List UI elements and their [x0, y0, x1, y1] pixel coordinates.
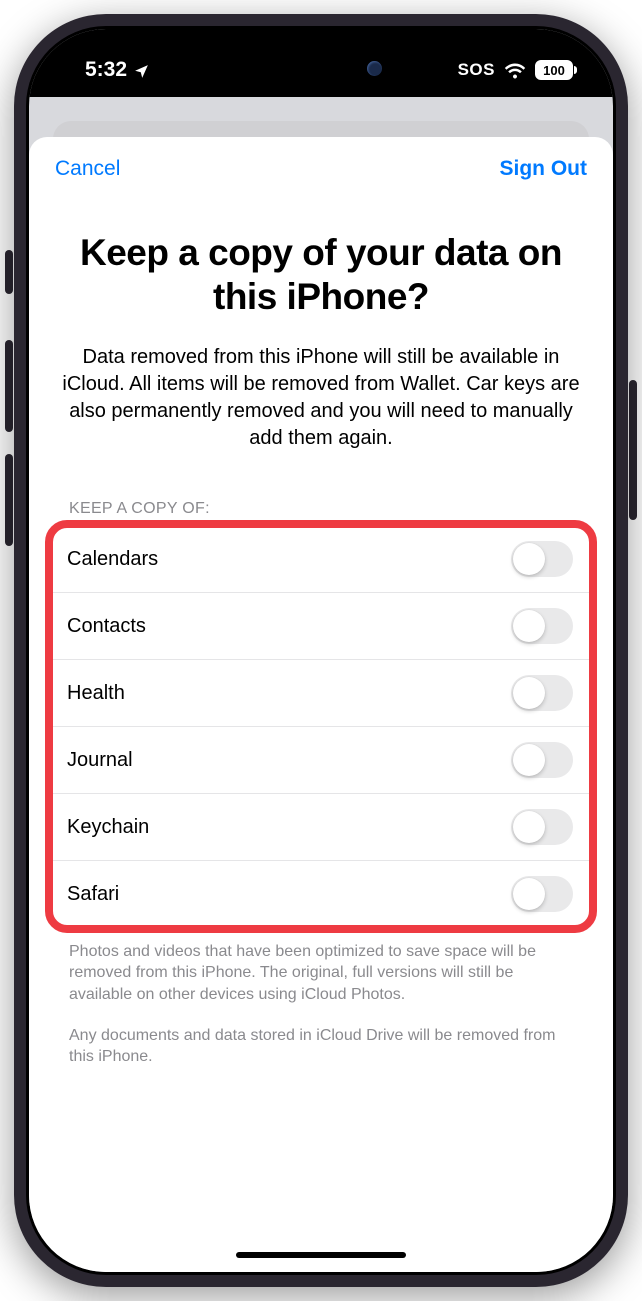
data-copy-list: Calendars Contacts Health [53, 526, 589, 927]
modal-card: Cancel Sign Out Keep a copy of your data… [29, 137, 613, 1272]
front-camera-icon [367, 61, 382, 76]
toggle-journal[interactable] [511, 742, 573, 778]
list-item-label: Contacts [67, 615, 146, 638]
sign-out-button[interactable]: Sign Out [500, 157, 588, 181]
list-item-label: Keychain [67, 816, 149, 839]
list-item-label: Health [67, 682, 125, 705]
toggle-safari[interactable] [511, 876, 573, 912]
list-item-health: Health [53, 660, 589, 727]
page-description: Data removed from this iPhone will still… [29, 344, 613, 500]
toggle-contacts[interactable] [511, 608, 573, 644]
list-item-label: Safari [67, 883, 119, 906]
footer-text-photos: Photos and videos that have been optimiz… [29, 927, 613, 1004]
list-item-safari: Safari [53, 861, 589, 927]
sos-indicator: SOS [458, 60, 495, 80]
list-item-label: Calendars [67, 548, 158, 571]
status-bar: 5:32 SOS 100 [29, 29, 613, 97]
list-item-contacts: Contacts [53, 593, 589, 660]
dynamic-island [241, 47, 401, 89]
page-title: Keep a copy of your data on this iPhone? [29, 191, 613, 344]
footer-text-drive: Any documents and data stored in iCloud … [29, 1005, 613, 1067]
toggle-calendars[interactable] [511, 541, 573, 577]
wifi-icon [504, 62, 526, 78]
list-item-label: Journal [67, 749, 133, 772]
cancel-button[interactable]: Cancel [55, 157, 120, 181]
toggle-keychain[interactable] [511, 809, 573, 845]
nav-bar: Cancel Sign Out [29, 137, 613, 191]
list-item-journal: Journal [53, 727, 589, 794]
list-header: KEEP A COPY OF: [29, 500, 613, 526]
phone-frame: 5:32 SOS 100 [14, 14, 628, 1287]
list-item-keychain: Keychain [53, 794, 589, 861]
home-indicator[interactable] [236, 1252, 406, 1258]
battery-icon: 100 [535, 60, 573, 80]
list-item-calendars: Calendars [53, 526, 589, 593]
location-arrow-icon [133, 62, 150, 79]
toggle-health[interactable] [511, 675, 573, 711]
battery-percent: 100 [543, 63, 565, 78]
status-time: 5:32 [85, 58, 127, 82]
